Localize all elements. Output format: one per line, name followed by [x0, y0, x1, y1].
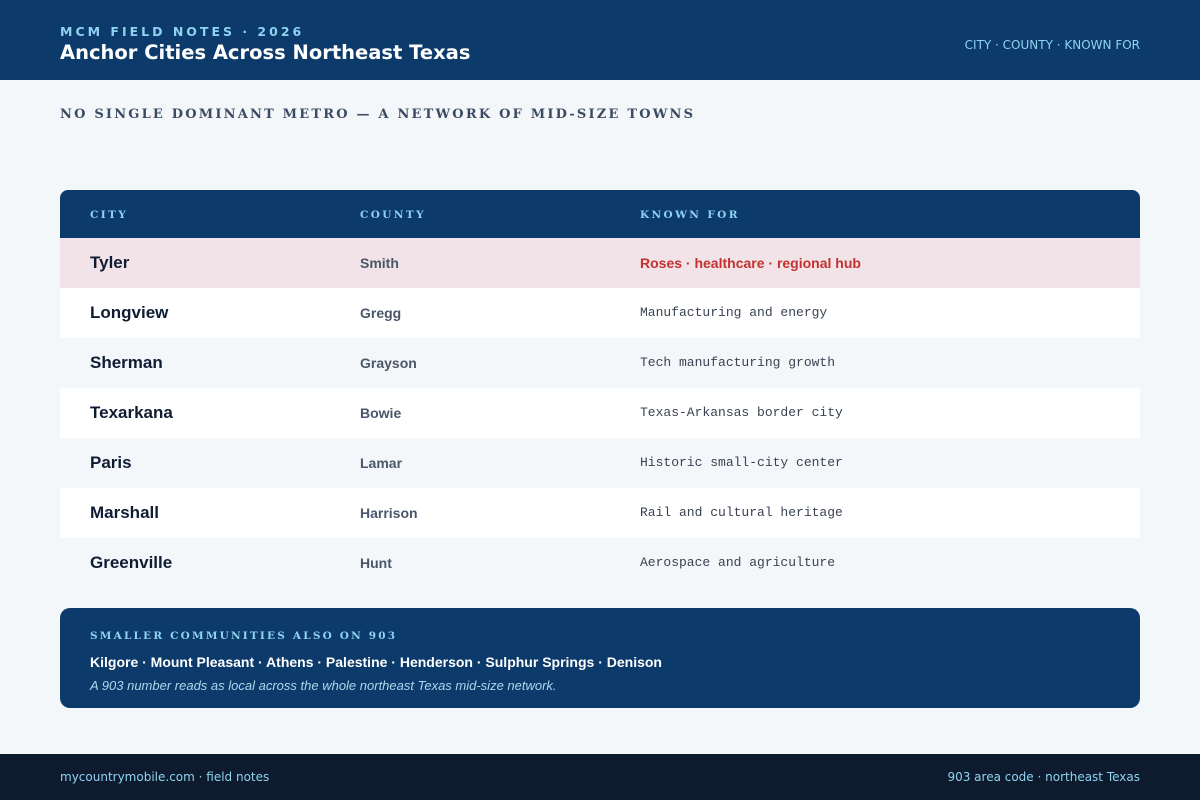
known-for-cell: Rail and cultural heritage: [640, 505, 843, 520]
column-header-city: CITY: [90, 209, 129, 221]
city-cell: Paris: [90, 453, 132, 472]
table-row: Marshall Harrison Rail and cultural heri…: [60, 488, 1140, 538]
county-cell: Bowie: [360, 405, 402, 421]
header-eyebrow: MCM FIELD NOTES · 2026: [60, 24, 305, 39]
column-header-known-for: KNOWN FOR: [640, 209, 740, 221]
callout-note: A 903 number reads as local across the w…: [90, 678, 557, 693]
county-cell: Lamar: [360, 455, 403, 471]
table-row: Tyler Smith Roses · healthcare · regiona…: [60, 238, 1140, 288]
known-for-cell: Manufacturing and energy: [640, 305, 828, 320]
table-row: Greenville Hunt Aerospace and agricultur…: [60, 538, 1140, 588]
header-tag: CITY · COUNTY · KNOWN FOR: [964, 38, 1140, 52]
smaller-communities-callout: SMALLER COMMUNITIES ALSO ON 903 Kilgore …: [60, 608, 1140, 708]
county-cell: Grayson: [360, 355, 417, 371]
table-row: Sherman Grayson Tech manufacturing growt…: [60, 338, 1140, 388]
table-row: Paris Lamar Historic small-city center: [60, 438, 1140, 488]
header-bar: MCM FIELD NOTES · 2026 Anchor Cities Acr…: [0, 0, 1200, 80]
table-header: CITY COUNTY KNOWN FOR: [60, 190, 1140, 238]
known-for-cell: Roses · healthcare · regional hub: [640, 255, 861, 271]
known-for-cell: Tech manufacturing growth: [640, 355, 836, 370]
page-subhead: NO SINGLE DOMINANT METRO — A NETWORK OF …: [60, 107, 696, 122]
county-cell: Gregg: [360, 305, 402, 321]
known-for-cell: Texas-Arkansas border city: [640, 405, 843, 420]
footer-tagline: 903 area code · northeast Texas: [947, 770, 1140, 784]
table-row: Longview Gregg Manufacturing and energy: [60, 288, 1140, 338]
column-header-county: COUNTY: [360, 209, 426, 221]
known-for-cell: Historic small-city center: [640, 455, 843, 470]
known-for-cell: Aerospace and agriculture: [640, 555, 836, 570]
callout-label: SMALLER COMMUNITIES ALSO ON 903: [90, 630, 398, 642]
city-cell: Texarkana: [90, 403, 173, 422]
city-cell: Tyler: [90, 253, 130, 272]
city-cell: Greenville: [90, 553, 173, 572]
communities-list: Kilgore · Mount Pleasant · Athens · Pale…: [90, 654, 662, 670]
table-row: Texarkana Bowie Texas-Arkansas border ci…: [60, 388, 1140, 438]
footer-source: mycountrymobile.com · field notes: [60, 770, 270, 784]
cities-table: CITY COUNTY KNOWN FOR Tyler Smith Roses …: [60, 190, 1140, 588]
county-cell: Smith: [360, 255, 399, 271]
city-cell: Sherman: [90, 353, 163, 372]
county-cell: Hunt: [360, 555, 392, 571]
page-title: Anchor Cities Across Northeast Texas: [60, 41, 471, 64]
city-cell: Marshall: [90, 503, 159, 522]
footer-bar: mycountrymobile.com · field notes 903 ar…: [0, 754, 1200, 800]
county-cell: Harrison: [360, 505, 418, 521]
city-cell: Longview: [90, 303, 169, 322]
